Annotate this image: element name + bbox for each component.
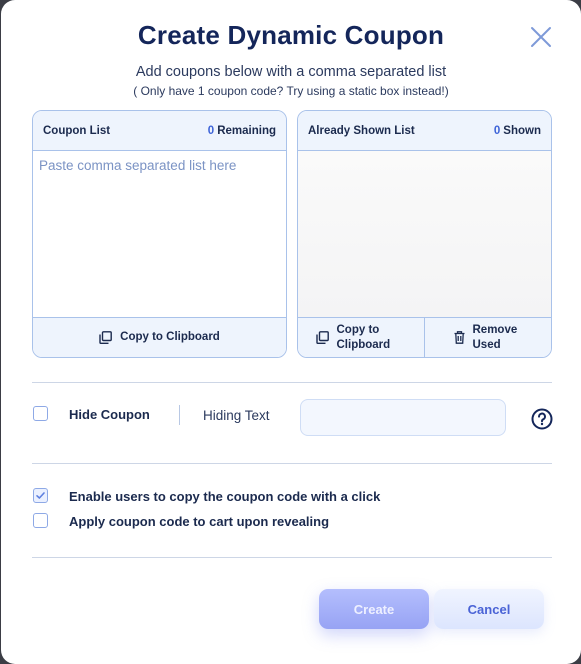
divider	[32, 382, 552, 383]
hide-coupon-checkbox[interactable]	[33, 406, 48, 421]
create-dynamic-coupon-dialog: Create Dynamic Coupon Add coupons below …	[1, 0, 581, 664]
already-shown-list	[298, 151, 551, 317]
remaining-count: 0 Remaining	[208, 125, 276, 137]
coupon-list-body	[33, 151, 286, 317]
enable-copy-checkbox[interactable]	[33, 488, 48, 503]
copy-icon	[315, 331, 329, 344]
hiding-text-label: Hiding Text	[203, 408, 270, 423]
remove-used-label: Remove Used	[472, 323, 518, 351]
coupon-list-panel: Coupon List 0Remaining Copy to Clipboard	[32, 110, 287, 358]
coupon-list-title: Coupon List	[43, 124, 111, 137]
hide-coupon-label: Hide Coupon	[69, 407, 150, 422]
trash-icon	[454, 331, 464, 344]
coupon-list-header: Coupon List 0 Remaining	[33, 111, 286, 151]
create-button[interactable]: Create	[319, 589, 429, 629]
shown-count-number: 0	[493, 124, 501, 137]
copy-coupon-list-label: Copy to Clipboard	[120, 331, 220, 343]
copy-coupon-list-button[interactable]: Copy to Clipboard	[33, 318, 286, 357]
copy-icon	[99, 331, 113, 344]
already-shown-footer: Copy to Clipboard Remove Used	[298, 317, 551, 357]
remaining-count-number: 0	[207, 124, 215, 137]
close-icon	[531, 27, 551, 47]
cancel-button[interactable]: Cancel	[434, 589, 544, 629]
remaining-count-label: Remaining	[217, 124, 276, 137]
apply-to-cart-label: Apply coupon code to cart upon revealing	[69, 514, 330, 529]
shown-count: 0 Shown	[494, 125, 541, 137]
shown-count-label: Shown	[503, 124, 541, 137]
checkmark-icon	[36, 492, 45, 499]
coupon-list-footer: Copy to Clipboard	[33, 317, 286, 357]
dialog-subnote: ( Only have 1 coupon code? Try using a s…	[133, 84, 449, 98]
close-button[interactable]	[529, 25, 553, 49]
divider	[32, 557, 552, 558]
copy-shown-list-label: Copy to Clipboard	[336, 323, 391, 351]
remove-used-button[interactable]: Remove Used	[424, 318, 551, 357]
help-button[interactable]	[531, 408, 553, 430]
dialog-subtitle: Add coupons below with a comma separated…	[135, 64, 447, 80]
enable-copy-label: Enable users to copy the coupon code wit…	[69, 489, 381, 504]
copy-shown-list-button[interactable]: Copy to Clipboard	[298, 318, 424, 357]
dialog-title: Create Dynamic Coupon	[137, 20, 445, 50]
already-shown-title: Already Shown List	[308, 124, 415, 137]
help-icon	[531, 408, 553, 430]
hiding-text-input[interactable]	[300, 399, 506, 436]
coupon-list-input[interactable]	[33, 151, 286, 317]
vertical-separator	[179, 405, 180, 425]
apply-to-cart-checkbox[interactable]	[33, 513, 48, 528]
already-shown-header: Already Shown List 0 Shown	[298, 111, 551, 151]
divider	[32, 463, 552, 464]
already-shown-panel: Already Shown List 0 Shown Copy to Clipbo…	[297, 110, 552, 358]
